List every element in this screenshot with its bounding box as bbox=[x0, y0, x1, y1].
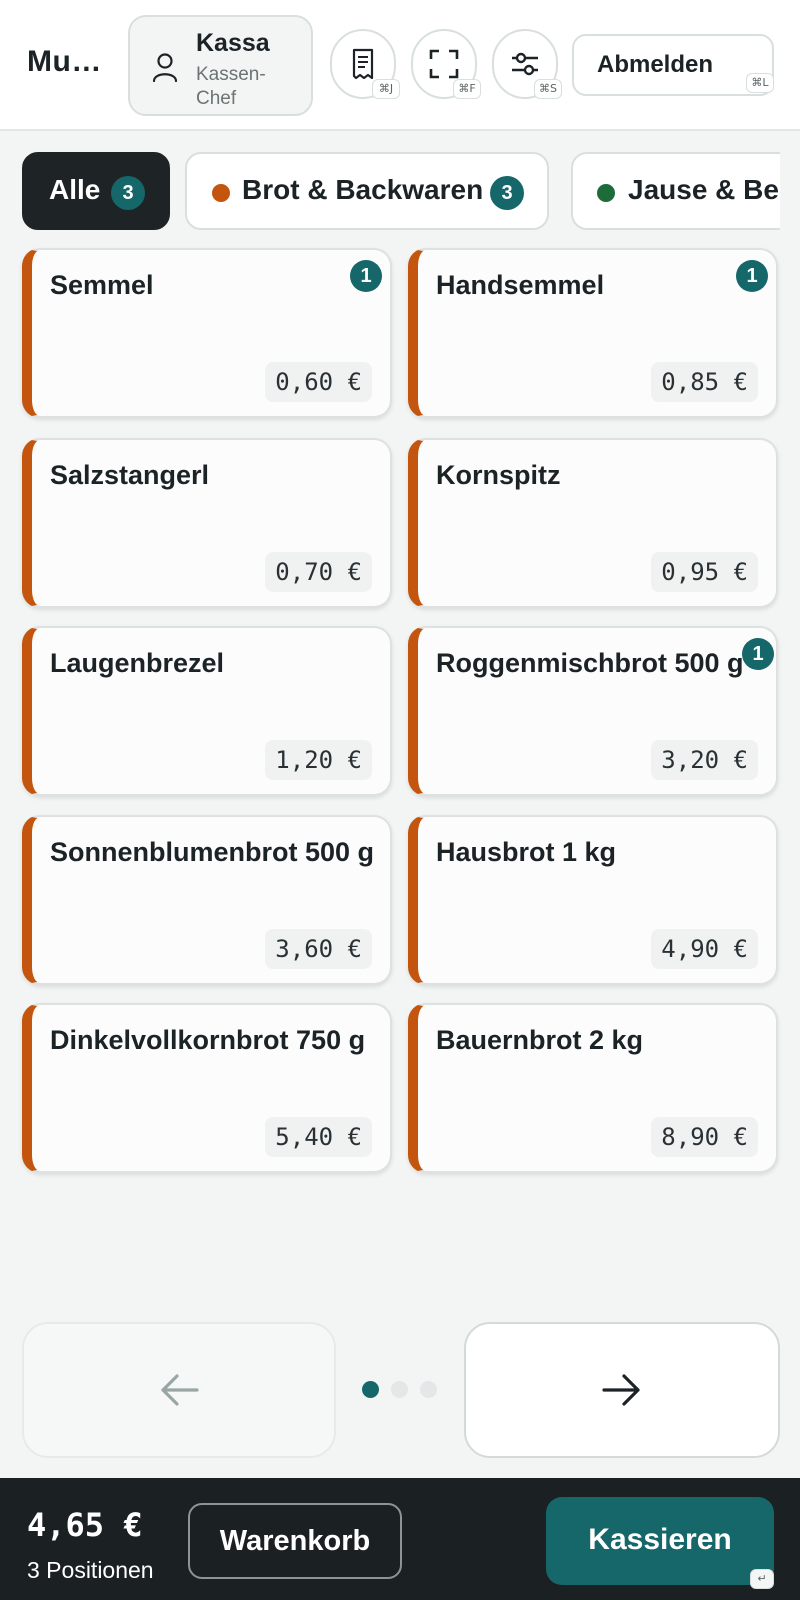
checkout-button[interactable]: Kassieren ↵ bbox=[546, 1497, 774, 1589]
receipts-button[interactable]: ⌘J bbox=[330, 29, 400, 99]
settings-sliders-icon bbox=[512, 52, 538, 76]
product-price: 4,90 € bbox=[651, 929, 758, 969]
tab-count-badge: 3 bbox=[111, 176, 145, 210]
product-card[interactable]: Semmel 1 0,60 € bbox=[22, 248, 392, 418]
product-name: Semmel bbox=[50, 270, 154, 300]
top-bar: Mu… Kassa Kassen-Chef ⌘J ⌘F ⌘S Abmelden … bbox=[0, 0, 800, 131]
logout-button[interactable]: Abmelden ⌘L bbox=[572, 34, 774, 96]
quantity-badge: 1 bbox=[736, 260, 768, 292]
product-name: Salzstangerl bbox=[50, 460, 210, 490]
product-price: 0,95 € bbox=[651, 552, 758, 592]
category-dot bbox=[212, 184, 230, 202]
checkout-label: Kassieren bbox=[588, 1523, 732, 1556]
fullscreen-button[interactable]: ⌘F bbox=[411, 29, 481, 99]
product-card[interactable]: Laugenbrezel 1,20 € bbox=[22, 626, 392, 796]
product-price: 8,90 € bbox=[651, 1117, 758, 1157]
product-price: 3,20 € bbox=[651, 740, 758, 780]
category-tabs: Alle 3 Brot & Backwaren 3 Jause & Be bbox=[22, 152, 780, 230]
product-card[interactable]: Sonnenblumenbrot 500 g 3,60 € bbox=[22, 815, 392, 985]
product-card[interactable]: Hausbrot 1 kg 4,90 € bbox=[408, 815, 778, 985]
product-name: Dinkelvollkornbrot 750 g bbox=[50, 1025, 366, 1055]
tab-snacks-drinks[interactable]: Jause & Be bbox=[571, 152, 780, 230]
logout-label: Abmelden bbox=[597, 51, 714, 78]
settings-button[interactable]: ⌘S bbox=[492, 29, 562, 99]
user-title: Kassen-Chef bbox=[196, 64, 266, 109]
page-dot bbox=[420, 1381, 437, 1398]
product-price: 0,60 € bbox=[265, 362, 372, 402]
page-indicator bbox=[362, 1381, 442, 1401]
product-price: 1,20 € bbox=[265, 740, 372, 780]
shortcut-hint: ⌘S bbox=[534, 79, 562, 99]
receipt-icon bbox=[352, 48, 374, 80]
product-card[interactable]: Kornspitz 0,95 € bbox=[408, 438, 778, 608]
product-price: 0,70 € bbox=[265, 552, 372, 592]
app-title: Mu… bbox=[27, 45, 102, 78]
checkout-bar: 4,65 € 3 Positionen Warenkorb Kassieren … bbox=[0, 1478, 800, 1600]
product-name: Handsemmel bbox=[436, 270, 605, 300]
quantity-badge: 1 bbox=[742, 638, 774, 670]
arrow-right-icon bbox=[602, 1374, 640, 1406]
user-chip[interactable]: Kassa Kassen-Chef bbox=[128, 15, 313, 116]
page-dot bbox=[391, 1381, 408, 1398]
product-name: Laugenbrezel bbox=[50, 648, 225, 678]
product-name: Bauernbrot 2 kg bbox=[436, 1025, 644, 1055]
product-name: Hausbrot 1 kg bbox=[436, 837, 617, 867]
tab-all[interactable]: Alle 3 bbox=[22, 152, 170, 230]
cart-button[interactable]: Warenkorb bbox=[188, 1503, 402, 1579]
previous-page-button[interactable] bbox=[22, 1322, 336, 1458]
fullscreen-icon bbox=[429, 49, 459, 79]
product-name: Roggenmischbrot 500 g bbox=[436, 648, 744, 678]
shortcut-hint: ⌘L bbox=[746, 73, 774, 93]
cart-positions: 3 Positionen bbox=[27, 1557, 154, 1583]
tab-label: Brot & Backwaren bbox=[242, 174, 484, 205]
page-dot-active bbox=[362, 1381, 379, 1398]
tab-count-badge: 3 bbox=[490, 176, 524, 210]
person-icon bbox=[152, 53, 178, 82]
product-price: 0,85 € bbox=[651, 362, 758, 402]
shortcut-hint: ⌘J bbox=[372, 79, 400, 99]
product-card[interactable]: Bauernbrot 2 kg 8,90 € bbox=[408, 1003, 778, 1173]
shortcut-hint: ↵ bbox=[750, 1569, 774, 1589]
product-card[interactable]: Dinkelvollkornbrot 750 g 5,40 € bbox=[22, 1003, 392, 1173]
product-name: Kornspitz bbox=[436, 460, 561, 490]
product-card[interactable]: Handsemmel 1 0,85 € bbox=[408, 248, 778, 418]
arrow-left-icon bbox=[161, 1374, 199, 1406]
product-price: 3,60 € bbox=[265, 929, 372, 969]
product-card[interactable]: Salzstangerl 0,70 € bbox=[22, 438, 392, 608]
user-role: Kassa bbox=[196, 29, 270, 57]
tab-bread-bakery[interactable]: Brot & Backwaren 3 bbox=[185, 152, 549, 230]
tab-label: Alle bbox=[49, 174, 101, 205]
tab-label: Jause & Be bbox=[628, 174, 779, 205]
cart-total: 4,65 € bbox=[27, 1506, 143, 1544]
shortcut-hint: ⌘F bbox=[453, 79, 481, 99]
product-card[interactable]: Roggenmischbrot 500 g 1 3,20 € bbox=[408, 626, 778, 796]
cart-label: Warenkorb bbox=[219, 1525, 371, 1557]
product-name: Sonnenblumenbrot 500 g bbox=[50, 837, 375, 867]
category-dot bbox=[597, 184, 615, 202]
quantity-badge: 1 bbox=[350, 260, 382, 292]
next-page-button[interactable] bbox=[464, 1322, 780, 1458]
product-price: 5,40 € bbox=[265, 1117, 372, 1157]
